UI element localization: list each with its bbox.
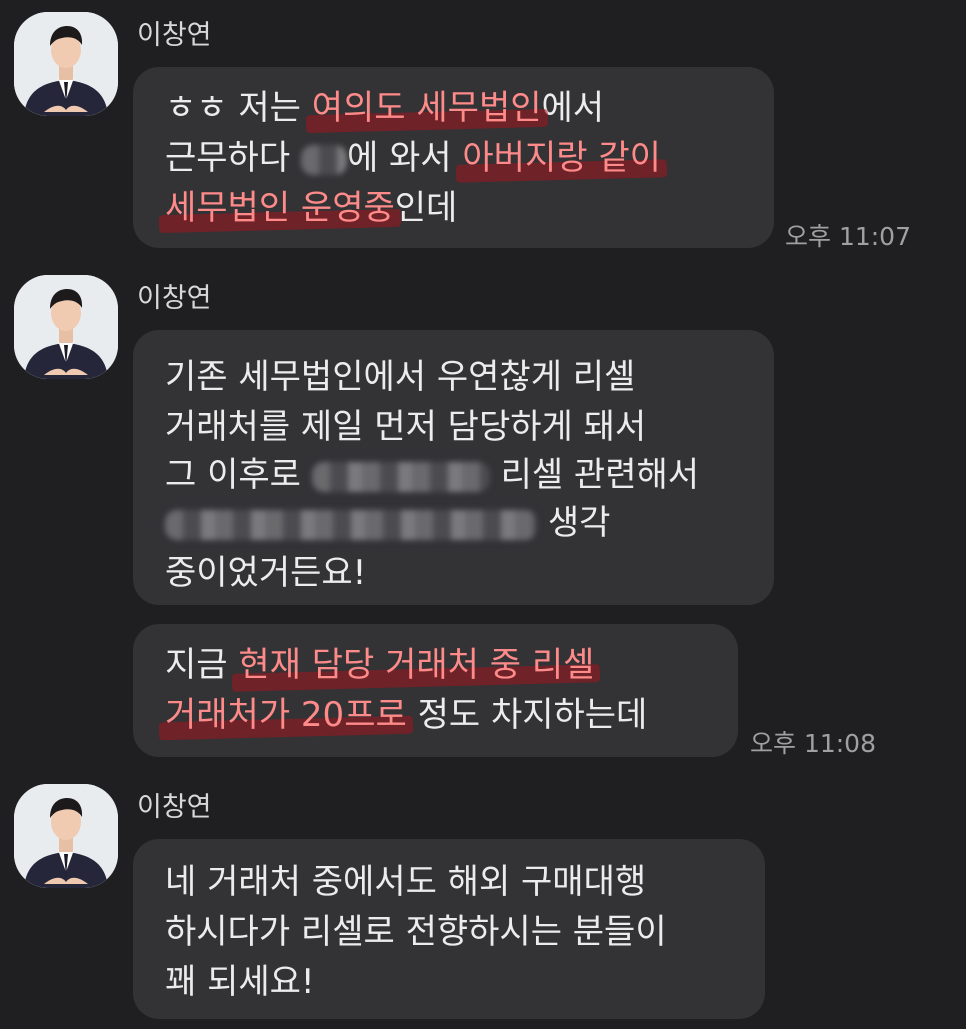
redacted-blur: [165, 509, 537, 540]
message-timestamp: 오후 11:08: [750, 729, 876, 758]
highlighted-text: 현재 담당 거래처 중 리셀: [238, 645, 595, 685]
message-text: 거래처를 제일 먼저 담당하게 돼서: [165, 407, 647, 447]
highlighted-text: 여의도 세무법인: [311, 88, 542, 128]
message-text: 에서: [541, 88, 605, 128]
sender-name: 이창연: [137, 792, 212, 823]
message-bubble[interactable]: 네 거래처 중에서도 해외 구매대행 하시다가 리셀로 전향하시는 분들이 꽤 …: [133, 839, 765, 1019]
message-bubble[interactable]: 지금 현재 담당 거래처 중 리셀 거래처가 20프로 정도 차지하는데: [133, 624, 738, 757]
chat-view: 이창연 ㅎㅎ 저는 여의도 세무법인에서 근무하다 에 와서 아버지랑 같이 세…: [0, 0, 966, 1029]
sender-name: 이창연: [137, 20, 212, 51]
message-bubble[interactable]: 기존 세무법인에서 우연찮게 리셀 거래처를 제일 먼저 담당하게 돼서 그 이…: [133, 330, 774, 605]
message-line: 네 거래처 중에서도 해외 구매대행: [165, 857, 646, 907]
message-text: 에 와서: [346, 138, 463, 178]
message-text: 꽤 되세요!: [165, 962, 315, 1002]
message-line: 거래처를 제일 먼저 담당하게 돼서: [165, 402, 646, 452]
message-text: 중이었거든요!: [165, 553, 367, 593]
message-text: [537, 503, 548, 543]
message-text: 리셀 관련해서: [500, 455, 700, 495]
profile-photo-icon: [14, 784, 118, 888]
message-text: 네 거래처 중에서도 해외 구매대행: [165, 862, 647, 902]
message-bubble[interactable]: ㅎㅎ 저는 여의도 세무법인에서 근무하다 에 와서 아버지랑 같이 세무법인 …: [133, 67, 774, 248]
message-text: 생각: [547, 503, 611, 543]
redacted-blur: [300, 144, 347, 175]
message-timestamp: 오후 11:07: [785, 222, 911, 251]
message-text: 하시다가 리셀로 전향하시는 분들이: [165, 912, 667, 952]
message-text: 정도 차지하는데: [406, 695, 648, 735]
message-line: ㅎㅎ 저는 여의도 세무법인에서: [165, 83, 604, 133]
message-text: 기존 세무법인에서 우연찮게 리셀: [165, 357, 636, 397]
message-text: ㅎㅎ 저는: [165, 88, 312, 128]
message-text: 인데: [394, 188, 458, 228]
message-line: 생각: [165, 498, 610, 548]
message-line: 근무하다 에 와서 아버지랑 같이: [165, 133, 661, 183]
profile-photo-icon: [14, 12, 118, 116]
message-line: 그 이후로 리셀 관련해서: [165, 450, 699, 500]
profile-avatar[interactable]: [14, 12, 118, 116]
profile-avatar[interactable]: [14, 784, 118, 888]
message-text: 지금: [165, 645, 239, 685]
message-line: 하시다가 리셀로 전향하시는 분들이: [165, 907, 667, 957]
highlighted-text: 아버지랑 같이: [462, 138, 661, 178]
message-line: 거래처가 20프로 정도 차지하는데: [165, 690, 647, 740]
sender-name: 이창연: [137, 283, 212, 314]
message-text: [490, 455, 501, 495]
redacted-blur: [311, 461, 490, 492]
message-text: 근무하다: [165, 138, 301, 178]
message-line: 지금 현재 담당 거래처 중 리셀: [165, 640, 594, 690]
highlighted-text: 세무법인 운영중: [165, 188, 395, 228]
highlighted-text: 거래처가 20프로: [165, 695, 407, 735]
profile-avatar[interactable]: [14, 275, 118, 379]
message-line: 중이었거든요!: [165, 548, 366, 598]
message-line: 꽤 되세요!: [165, 957, 315, 1007]
message-line: 세무법인 운영중인데: [165, 183, 457, 233]
message-line: 기존 세무법인에서 우연찮게 리셀: [165, 352, 635, 402]
profile-photo-icon: [14, 275, 118, 379]
message-text: 그 이후로: [165, 455, 312, 495]
